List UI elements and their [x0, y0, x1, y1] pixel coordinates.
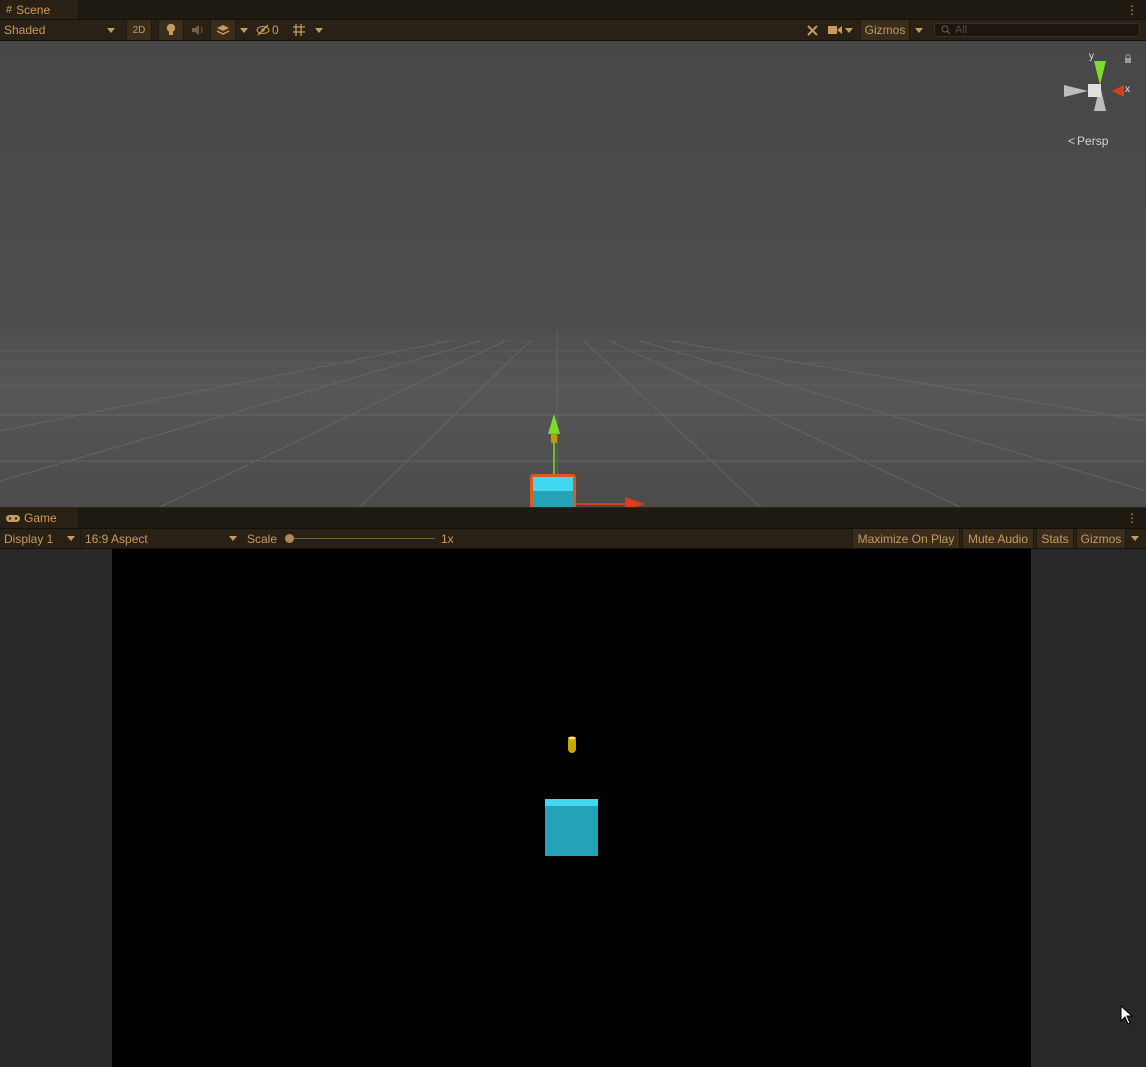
shading-mode-dropdown[interactable]: Shaded [0, 20, 120, 40]
mouse-cursor-icon [1120, 1005, 1134, 1025]
scale-label: Scale [247, 531, 278, 546]
scene-search-input[interactable]: All [934, 23, 1140, 37]
grid-toggle-button[interactable] [289, 20, 309, 40]
gizmos-button[interactable]: Gizmos [860, 20, 910, 40]
effects-toggle-button[interactable] [210, 20, 236, 40]
game-viewport[interactable] [0, 549, 1146, 1067]
gamepad-icon [6, 514, 20, 522]
chevron-down-icon [315, 27, 323, 33]
scale-value: 1x [441, 531, 454, 546]
scene-grid [0, 331, 1146, 507]
gizmos-dropdown[interactable] [912, 20, 926, 40]
gizmo-axis-x-label: x [1125, 84, 1130, 95]
grid-dropdown[interactable] [312, 20, 326, 40]
lightbulb-icon [166, 23, 176, 35]
stats-label: Stats [1041, 531, 1069, 546]
game-render-area [112, 549, 1031, 1067]
effects-dropdown[interactable] [238, 20, 250, 40]
mute-audio-button[interactable]: Mute Audio [962, 529, 1034, 548]
chevron-left-icon: < [1068, 134, 1076, 148]
display-label: Display 1 [4, 531, 54, 546]
search-icon [941, 25, 951, 35]
chevron-down-icon [915, 27, 923, 33]
scene-toolbar: Shaded 2D 0 Gizmos All [0, 20, 1146, 41]
game-gizmos-dropdown[interactable] [1128, 529, 1142, 548]
scene-viewport[interactable]: y x < Persp [0, 41, 1146, 507]
camera-icon [828, 26, 842, 34]
lighting-toggle-button[interactable] [158, 20, 184, 40]
gizmo-axis-y-label: y [1089, 51, 1094, 62]
chevron-down-icon [67, 536, 75, 541]
stats-button[interactable]: Stats [1036, 529, 1074, 548]
scale-slider-handle[interactable] [285, 534, 294, 543]
display-dropdown[interactable]: Display 1 [0, 529, 80, 548]
speaker-icon [191, 25, 202, 35]
grid-icon [293, 24, 305, 36]
chevron-down-icon [240, 27, 248, 33]
aspect-dropdown[interactable]: 16:9 Aspect [80, 529, 242, 548]
game-toolbar: Display 1 16:9 Aspect Scale 1x Maximize … [0, 529, 1146, 549]
tab-scene[interactable]: # Scene [0, 0, 79, 19]
lock-icon[interactable] [1124, 54, 1132, 63]
game-gizmos-button[interactable]: Gizmos [1076, 529, 1126, 548]
chevron-down-icon [229, 536, 237, 541]
tools-button[interactable] [803, 20, 821, 40]
tools-icon [806, 24, 818, 36]
perspective-toggle[interactable]: < Persp [1068, 134, 1108, 148]
game-tab-bar: Game ⋮ [0, 508, 1146, 529]
audio-toggle-button[interactable] [186, 20, 208, 40]
hash-grid-icon: # [6, 3, 13, 16]
hidden-count: 0 [272, 23, 279, 37]
maximize-on-play-button[interactable]: Maximize On Play [852, 529, 960, 548]
camera-settings-button[interactable] [828, 20, 858, 40]
chevron-down-icon [845, 27, 853, 33]
aspect-label: 16:9 Aspect [85, 531, 148, 546]
search-placeholder: All [955, 24, 968, 36]
tab-game[interactable]: Game [0, 508, 79, 528]
chevron-down-icon [1131, 536, 1139, 541]
persp-label: Persp [1077, 134, 1109, 148]
scale-slider-track [289, 538, 435, 539]
scene-more-icon[interactable]: ⋮ [1126, 0, 1138, 19]
chevron-down-icon [107, 27, 115, 33]
eye-slash-icon [256, 24, 270, 36]
layers-icon [216, 25, 230, 35]
mute-audio-label: Mute Audio [967, 531, 1029, 546]
game-gizmos-label: Gizmos [1080, 531, 1122, 546]
shading-mode-label: Shaded [4, 23, 46, 37]
gizmos-label: Gizmos [864, 23, 906, 37]
scene-tab-bar: # Scene ⋮ [0, 0, 1146, 20]
tab-scene-label: Scene [16, 2, 51, 17]
scale-slider[interactable] [285, 529, 437, 548]
tab-game-label: Game [24, 511, 57, 525]
game-more-icon[interactable]: ⋮ [1126, 508, 1138, 528]
maximize-on-play-label: Maximize On Play [857, 531, 955, 546]
toggle-2d-label: 2D [132, 24, 146, 36]
hidden-objects-toggle[interactable]: 0 [256, 20, 286, 40]
toggle-2d-button[interactable]: 2D [126, 20, 152, 40]
game-scene [545, 736, 598, 856]
